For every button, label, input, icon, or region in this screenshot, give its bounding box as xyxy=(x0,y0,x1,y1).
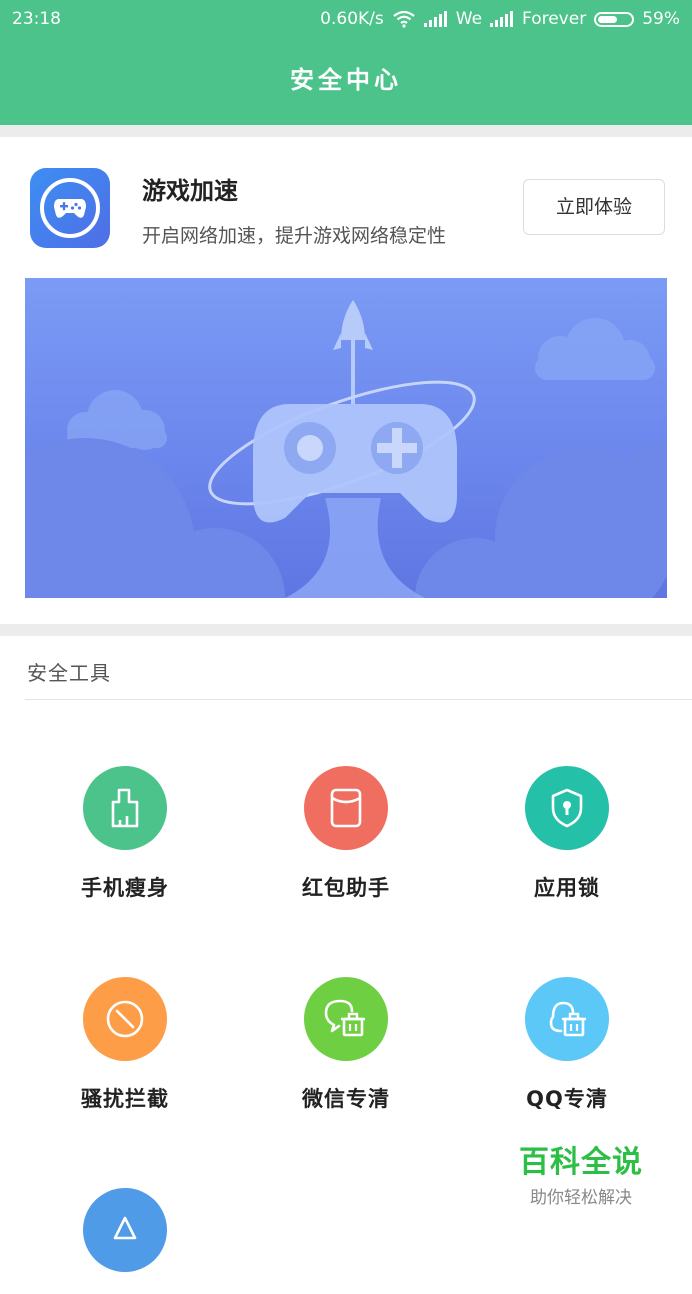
block-icon xyxy=(83,977,167,1061)
tool-label: 应用锁 xyxy=(534,876,600,900)
red-packet-icon xyxy=(304,766,388,850)
battery-percent: 59% xyxy=(642,9,680,29)
page-title: 安全中心 xyxy=(290,66,402,94)
section-gap-2 xyxy=(0,624,692,636)
tool-label: 红包助手 xyxy=(302,876,390,900)
game-boost-banner[interactable] xyxy=(25,278,667,598)
tool-app-lock[interactable]: 应用锁 xyxy=(487,766,647,902)
tool-label: 手机瘦身 xyxy=(81,876,169,900)
rocket-gamepad-illustration xyxy=(25,300,667,598)
tool-wechat-clean[interactable]: 微信专清 xyxy=(266,977,426,1113)
app-header: 23:18 0.60K/s We Forever 59% 安全中心 xyxy=(0,0,692,125)
broom-icon xyxy=(83,766,167,850)
status-right: 0.60K/s We Forever 59% xyxy=(320,0,680,38)
carrier-1: We xyxy=(455,9,483,29)
wifi-icon xyxy=(393,10,415,28)
carrier-2: Forever xyxy=(522,9,587,29)
network-speed: 0.60K/s xyxy=(320,9,384,29)
shield-lock-icon xyxy=(525,766,609,850)
tool-qq-clean[interactable]: QQ专清 xyxy=(487,977,647,1113)
tool-red-packet[interactable]: 红包助手 xyxy=(266,766,426,902)
watermark-main: 百科全说 xyxy=(519,1145,643,1180)
tool-label: QQ专清 xyxy=(526,1087,608,1111)
signal-icon-2 xyxy=(490,11,514,27)
watermark-sub: 助你轻松解决 xyxy=(530,1188,632,1208)
tool-label: 骚扰拦截 xyxy=(81,1087,169,1111)
status-time: 23:18 xyxy=(12,9,61,29)
qq-clean-icon xyxy=(525,977,609,1061)
watermark: 百科全说 助你轻松解决 xyxy=(515,1137,647,1208)
try-now-button[interactable]: 立即体验 xyxy=(523,179,665,235)
signal-icon-1 xyxy=(423,11,448,27)
divider xyxy=(25,699,692,700)
feature-title: 游戏加速 xyxy=(142,177,238,205)
game-boost-card: 游戏加速 开启网络加速，提升游戏网络稳定性 立即体验 xyxy=(0,137,692,624)
tool-harass-block[interactable]: 骚扰拦截 xyxy=(45,977,205,1113)
tool-phone-slim[interactable]: 手机瘦身 xyxy=(45,766,205,902)
status-bar: 23:18 0.60K/s We Forever 59% xyxy=(0,0,692,38)
app-store-icon xyxy=(83,1188,167,1272)
feature-description: 开启网络加速，提升游戏网络稳定性 xyxy=(142,225,447,247)
section-gap xyxy=(0,125,692,137)
gamepad-icon xyxy=(30,168,110,248)
battery-icon xyxy=(594,11,635,27)
wechat-clean-icon xyxy=(304,977,388,1061)
tool-label: 微信专清 xyxy=(302,1087,390,1111)
tool-app-store[interactable] xyxy=(45,1188,205,1294)
section-title: 安全工具 xyxy=(27,661,111,685)
